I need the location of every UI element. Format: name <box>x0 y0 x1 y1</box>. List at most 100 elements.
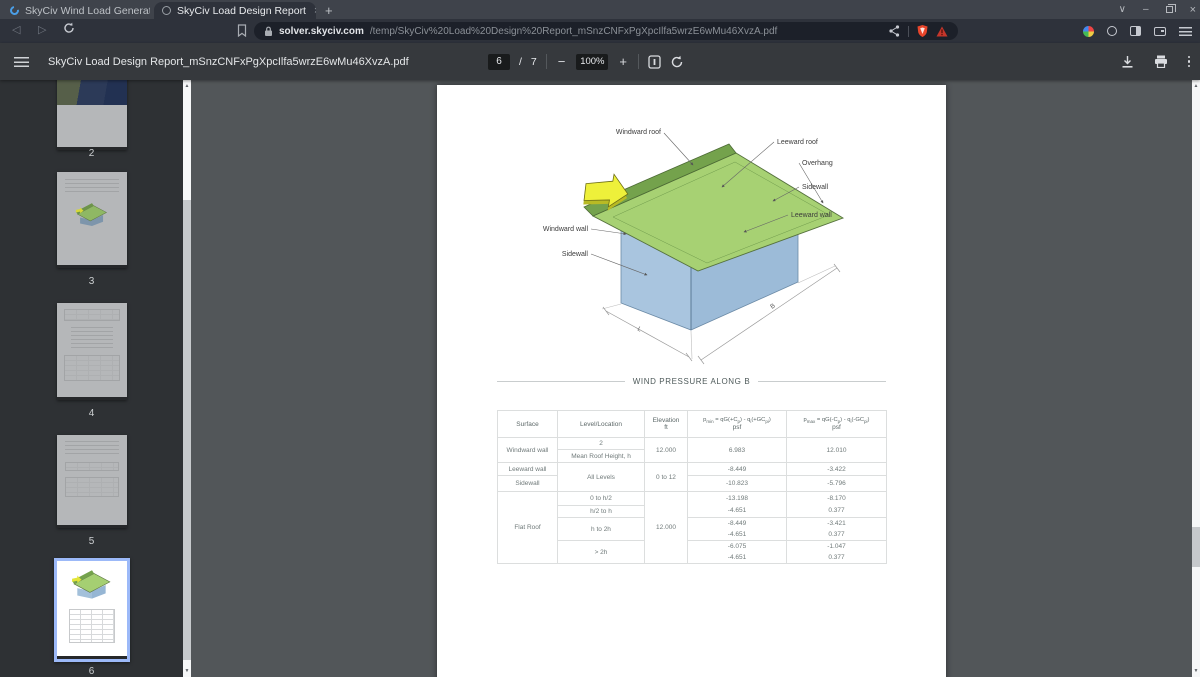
thumbnail-page-2[interactable] <box>57 80 127 150</box>
cell-surface: Flat Roof <box>497 490 558 565</box>
zoom-level: 100% <box>576 53 609 70</box>
thumbnail-page-6-selected[interactable] <box>54 558 130 662</box>
tab-search-chevron-icon[interactable]: ∨ <box>1119 4 1126 15</box>
cell-surface: Windward wall <box>497 437 558 463</box>
lock-icon <box>265 26 272 36</box>
windward-wall-label: Windward wall <box>543 226 589 233</box>
cell-pmin: 6.983 <box>687 437 787 463</box>
section-title-row: WIND PRESSURE ALONG B <box>497 377 887 386</box>
globe-favicon-icon <box>162 6 171 15</box>
tab-title: SkyCiv Load Design Report <box>177 4 306 17</box>
cell-level: All Levels <box>557 462 645 492</box>
cell-pmin: -8.449 -4.651 <box>687 516 787 542</box>
thumbnail-page-4[interactable] <box>57 303 127 400</box>
sidebar-scrollbar[interactable]: ▲ ▼ <box>183 80 191 677</box>
cell-pmax: -8.170 0.377 <box>786 491 887 518</box>
cell-pmin: -8.449 <box>687 462 787 476</box>
cell-pmin: -13.198 -4.651 <box>687 491 787 518</box>
pdf-viewer-area: Windward roof Leeward roof Overhang Side… <box>191 80 1192 677</box>
cell-elevation: 0 to 12 <box>644 462 688 492</box>
cell-surface: Sidewall <box>497 475 558 492</box>
table-row: Flat Roof 0 to h/2 12.000 -13.198 -4.651 … <box>497 490 887 565</box>
cell-pmax: -3.422 <box>786 462 887 476</box>
window-controls: ∨ – × <box>1119 0 1196 19</box>
page-total: 7 <box>530 55 537 68</box>
col-header-pmin: pmin = qG(+Cp) - qi(+GCpi) psf <box>687 410 787 438</box>
sidebar-scrollbar-thumb[interactable] <box>183 200 191 660</box>
wallet-icon[interactable] <box>1154 26 1166 36</box>
scroll-up-icon[interactable]: ▲ <box>1192 83 1200 89</box>
tab-wind-load-generator[interactable]: SkyCiv Wind Load Generator | <box>2 2 150 19</box>
cell-elevation: 12.000 <box>644 437 688 463</box>
warning-triangle-icon[interactable] <box>936 26 948 37</box>
dimension-l-label: L <box>636 326 643 334</box>
thumbnail-page-number: 3 <box>88 276 95 287</box>
tab-title: SkyCiv Wind Load Generator | <box>25 4 150 17</box>
cell-pmin: -6.075 -4.651 <box>687 540 787 565</box>
zoom-out-button[interactable]: − <box>556 54 568 69</box>
forward-button[interactable]: ▷ <box>38 23 46 36</box>
browser-menu-icon[interactable] <box>1179 26 1192 36</box>
col-header-level: Level/Location <box>557 410 645 438</box>
divider <box>545 54 547 69</box>
cell-level: h/2 to h <box>557 505 645 518</box>
rotate-icon[interactable] <box>670 55 684 69</box>
close-window-button[interactable]: × <box>1190 4 1196 16</box>
table-row: Sidewall -10.823 -5.796 <box>497 475 887 492</box>
tab-load-design-report[interactable]: SkyCiv Load Design Report × <box>154 2 316 19</box>
leeward-roof-label: Leeward roof <box>777 139 818 146</box>
print-icon[interactable] <box>1154 55 1168 68</box>
pdf-page-controls: 6 / 7 − 100% + <box>488 43 684 80</box>
brave-shield-icon[interactable] <box>917 25 928 37</box>
cell-level: h to 2h <box>557 516 645 542</box>
thumbnail-page-number: 2 <box>88 148 95 159</box>
cell-pmax: 12.010 <box>786 437 887 463</box>
section-title: WIND PRESSURE ALONG B <box>632 377 751 386</box>
back-button[interactable]: ◁ <box>12 23 20 36</box>
scroll-up-icon[interactable]: ▲ <box>183 83 191 89</box>
more-options-icon[interactable] <box>1187 55 1190 68</box>
thumbnail-page-number: 5 <box>88 536 95 547</box>
cell-level: Mean Roof Height, h <box>557 449 645 463</box>
extension-icons <box>1083 22 1192 40</box>
pdf-thumbnail-sidebar: 2 3 4 5 6 <box>0 80 183 677</box>
col-header-pmax: pmax = qG(-Cp) - qi(-GCpi) psf <box>786 410 887 438</box>
tab-close-icon[interactable]: × <box>314 5 316 17</box>
page-number-input[interactable]: 6 <box>488 53 510 70</box>
cell-pmax: -3.421 0.377 <box>786 516 887 542</box>
scroll-down-icon[interactable]: ▼ <box>183 668 191 674</box>
minimize-button[interactable]: – <box>1143 4 1149 15</box>
download-icon[interactable] <box>1121 55 1134 69</box>
fit-to-page-icon[interactable] <box>648 54 661 69</box>
cell-level: 0 to h/2 <box>557 491 645 506</box>
main-scrollbar-thumb[interactable] <box>1192 527 1200 567</box>
thumbnail-page-5[interactable] <box>57 435 127 528</box>
windward-roof-label: Windward roof <box>616 129 661 136</box>
new-tab-button[interactable]: + <box>320 1 338 20</box>
pdf-toolbar: SkyCiv Load Design Report_mSnzCNFxPgXpcI… <box>0 43 1200 80</box>
thumbnail-page-3[interactable] <box>57 172 127 268</box>
cell-pmax: -1.047 0.377 <box>786 540 887 565</box>
pdf-document-title: SkyCiv Load Design Report_mSnzCNFxPgXpcI… <box>48 56 409 68</box>
sidebar-panel-icon[interactable] <box>1130 26 1141 36</box>
url-bar[interactable]: solver.skyciv.com /temp/SkyCiv%20Load%20… <box>254 22 958 40</box>
thumbnail-page-number: 4 <box>88 408 95 419</box>
zoom-in-button[interactable]: + <box>617 54 629 69</box>
col-header-surface: Surface <box>497 410 558 438</box>
mini-house <box>75 203 107 227</box>
share-icon[interactable] <box>889 25 900 37</box>
scroll-down-icon[interactable]: ▼ <box>1192 668 1200 674</box>
cell-pmin: -10.823 <box>687 475 787 492</box>
url-domain: solver.skyciv.com <box>279 25 364 37</box>
bookmark-button[interactable] <box>237 24 247 40</box>
reload-button[interactable] <box>63 22 75 37</box>
pdf-sidebar-toggle-icon[interactable] <box>14 57 29 67</box>
restore-button[interactable] <box>1165 4 1176 13</box>
wind-pressure-table: Surface Level/Location Elevation ft pmin … <box>497 410 887 565</box>
extension-colorwheel-icon[interactable] <box>1083 25 1094 37</box>
divider <box>908 25 909 37</box>
main-scrollbar[interactable]: ▲ ▼ <box>1192 80 1200 677</box>
sidewall-right-label: Sidewall <box>802 184 829 191</box>
extension-ring-icon[interactable] <box>1107 26 1117 36</box>
tab-strip: SkyCiv Wind Load Generator | SkyCiv Load… <box>0 0 1200 19</box>
